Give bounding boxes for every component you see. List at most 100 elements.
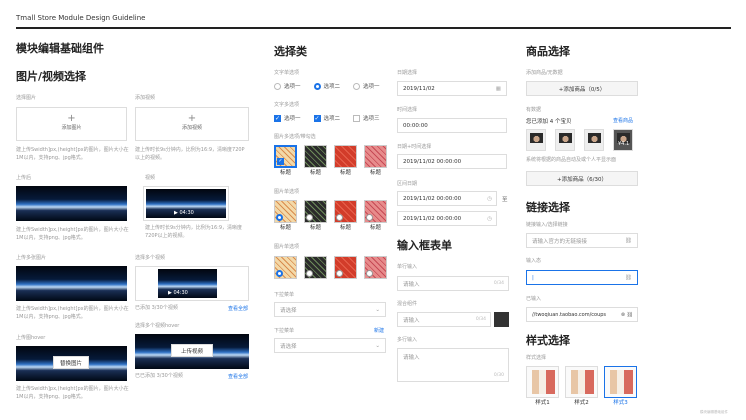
range-separator: 至	[502, 197, 508, 203]
product-thumb[interactable]: ¥4.1	[613, 129, 633, 151]
dropdown-placeholder: 请选择	[280, 307, 297, 314]
product-thumbs: ¥4.1	[526, 129, 633, 151]
checkbox-option-1[interactable]: ✓ 选项一	[274, 114, 301, 122]
char-count: 0/34	[493, 281, 504, 286]
style-caption: 样式1	[535, 400, 550, 406]
style-option-1[interactable]: 样式1	[526, 366, 559, 406]
video-hint: 建上传时长9s分钟内，比例为16:9，清晰度720P以上的视频。	[135, 147, 245, 161]
view-all-link-2[interactable]: 查看全部	[228, 373, 248, 380]
add-video-label: 添加视频	[181, 125, 202, 131]
style-option-3[interactable]: 样式3	[604, 366, 637, 406]
add-video-section-label: 添加视频	[135, 95, 156, 101]
pattern-tile[interactable]	[274, 256, 297, 279]
style-label: 样式选择	[526, 355, 547, 361]
time-input[interactable]: 00:00:00	[397, 118, 507, 133]
tile-caption: 标题	[309, 225, 321, 231]
style-preview	[565, 366, 598, 398]
img-single-option-2[interactable]: 标题	[304, 200, 327, 231]
link-input-entered[interactable]: //twoqiuan.taobao.com/coups ⊗ ⛓	[526, 307, 638, 322]
radio-option-3[interactable]: 选项一	[353, 82, 380, 90]
radio-checked-icon	[276, 270, 283, 277]
range-label: 区间日期	[397, 181, 418, 187]
selection-title: 选择类	[274, 45, 307, 58]
img-single-option-4[interactable]: 标题	[364, 200, 387, 231]
add-image-button[interactable]: + 添加图片	[16, 107, 127, 141]
video-duration: ▶ 04:30	[174, 210, 194, 216]
img-multi-option-1[interactable]: ✓ 标题	[274, 145, 297, 176]
product-thumb[interactable]	[555, 129, 575, 151]
upload-video-button[interactable]: 上传视频	[171, 344, 213, 357]
radio-group: 选项一 选项二 选项一	[274, 82, 380, 90]
replace-image-button[interactable]: 替换图片	[53, 356, 89, 369]
image-hint-4: 建上传Swidth]px,(height]px的图片，图片大小在1M以内，支持p…	[16, 386, 129, 400]
multi-video-thumbnail: ▶ 04:30	[158, 269, 218, 298]
video-card[interactable]: ▶ 04:30	[143, 186, 229, 221]
product-title: 商品选择	[526, 45, 570, 58]
pattern-tile	[274, 200, 297, 223]
pattern-tile[interactable]	[304, 256, 327, 279]
checkbox-option-3[interactable]: 选项三	[353, 114, 380, 122]
color-swatch[interactable]	[494, 312, 509, 327]
plus-icon: +	[187, 113, 197, 124]
link-input[interactable]: 请输入官方的无链接接 ⛓	[526, 233, 638, 248]
main-title: 模块编辑基础组件	[16, 42, 104, 55]
add-video-button[interactable]: + 添加视频	[135, 107, 249, 141]
range-end-input[interactable]: 2019/11/02 00:00:00 ◷	[397, 211, 497, 226]
product-thumb[interactable]	[526, 129, 546, 151]
image-hint-3: 建上传Swidth]px,(height]px的图片，图片大小在1M以内，支持p…	[16, 306, 129, 320]
tile-caption: 标题	[369, 170, 381, 176]
range-start-input[interactable]: 2019/11/02 00:00:00 ◷	[397, 191, 497, 206]
img-multi-option-3[interactable]: 标题	[334, 145, 357, 176]
radio-option-2[interactable]: 选项二	[313, 82, 340, 90]
add-product-button[interactable]: +添加商品（0/5）	[526, 81, 638, 96]
checkbox-option-2[interactable]: ✓ 选项二	[313, 114, 340, 122]
multi-image-preview[interactable]	[16, 266, 127, 301]
input-state-label: 输入态	[526, 258, 542, 264]
multi-video-hover-card[interactable]: 上传视频	[135, 334, 249, 369]
view-goods-link[interactable]: 查看商品	[613, 117, 633, 124]
img-single-option-3[interactable]: 标题	[334, 200, 357, 231]
multi-video-card[interactable]: ▶ 04:30	[135, 266, 249, 301]
add-product-button-2[interactable]: +添加商品（6/30）	[526, 171, 638, 186]
view-all-link[interactable]: 查看全部	[228, 305, 248, 312]
img-single-option-1[interactable]: 标题	[274, 200, 297, 231]
pattern-tile[interactable]	[334, 256, 357, 279]
radio-icon	[353, 82, 361, 90]
style-title: 样式选择	[526, 334, 570, 347]
checkbox-group: ✓ 选项一 ✓ 选项二 选项三	[274, 114, 380, 122]
img-multi-option-4[interactable]: 标题	[364, 145, 387, 176]
image-hint: 建上传Swidth]px,(height]px的图片，图片大小在1M以内，支持p…	[16, 147, 129, 161]
add-image-label: 添加图片	[61, 125, 82, 131]
datetime-input[interactable]: 2019/11/02 00:00:00	[397, 154, 507, 169]
multi-video-duration: ▶ 04:30	[168, 290, 188, 296]
uploaded-image[interactable]	[16, 186, 127, 221]
chevron-down-icon: ⌄	[375, 342, 380, 349]
radio-option-1[interactable]: 选项一	[274, 82, 301, 90]
uploaded-label: 上传后	[16, 175, 32, 181]
video-hint-2: 建上传时长9s分钟内，比例为16:9，清晰度720P以上的视频。	[145, 225, 243, 239]
multi-input-textarea[interactable]: 请输入 0/30	[397, 348, 509, 382]
header-divider	[16, 27, 731, 29]
clear-icon[interactable]: ⊗ ⛓	[621, 312, 633, 318]
img-multi-option-2[interactable]: 标题	[304, 145, 327, 176]
mixed-input[interactable]: 请输入 0/34	[397, 312, 491, 327]
added-count-text: 您已添加 4 个宝贝	[526, 119, 572, 125]
radio-checked-icon	[276, 214, 283, 221]
radio-icon	[336, 270, 343, 277]
single-input[interactable]: 请输入 0/34	[397, 276, 509, 291]
new-link[interactable]: 新建	[374, 327, 384, 334]
link-input-focused[interactable]: | ⛓	[526, 270, 638, 285]
date-input[interactable]: 2019/11/02 ▦	[397, 81, 507, 96]
product-thumb[interactable]	[584, 129, 604, 151]
style-option-2[interactable]: 样式2	[565, 366, 598, 406]
checkbox-checked-icon: ✓	[274, 114, 281, 122]
empty-product-label: 添加商品/无数据	[526, 70, 563, 76]
dropdown-select[interactable]: 请选择 ⌄	[274, 302, 386, 317]
dropdown-2-select[interactable]: 请选择 ⌄	[274, 338, 386, 353]
pattern-tile[interactable]	[364, 256, 387, 279]
checkbox-icon	[353, 114, 361, 122]
hover-image[interactable]: 替换图片	[16, 346, 127, 381]
multi-input-label: 多行输入	[397, 337, 418, 343]
radio-icon	[306, 270, 313, 277]
radio-icon	[366, 214, 373, 221]
